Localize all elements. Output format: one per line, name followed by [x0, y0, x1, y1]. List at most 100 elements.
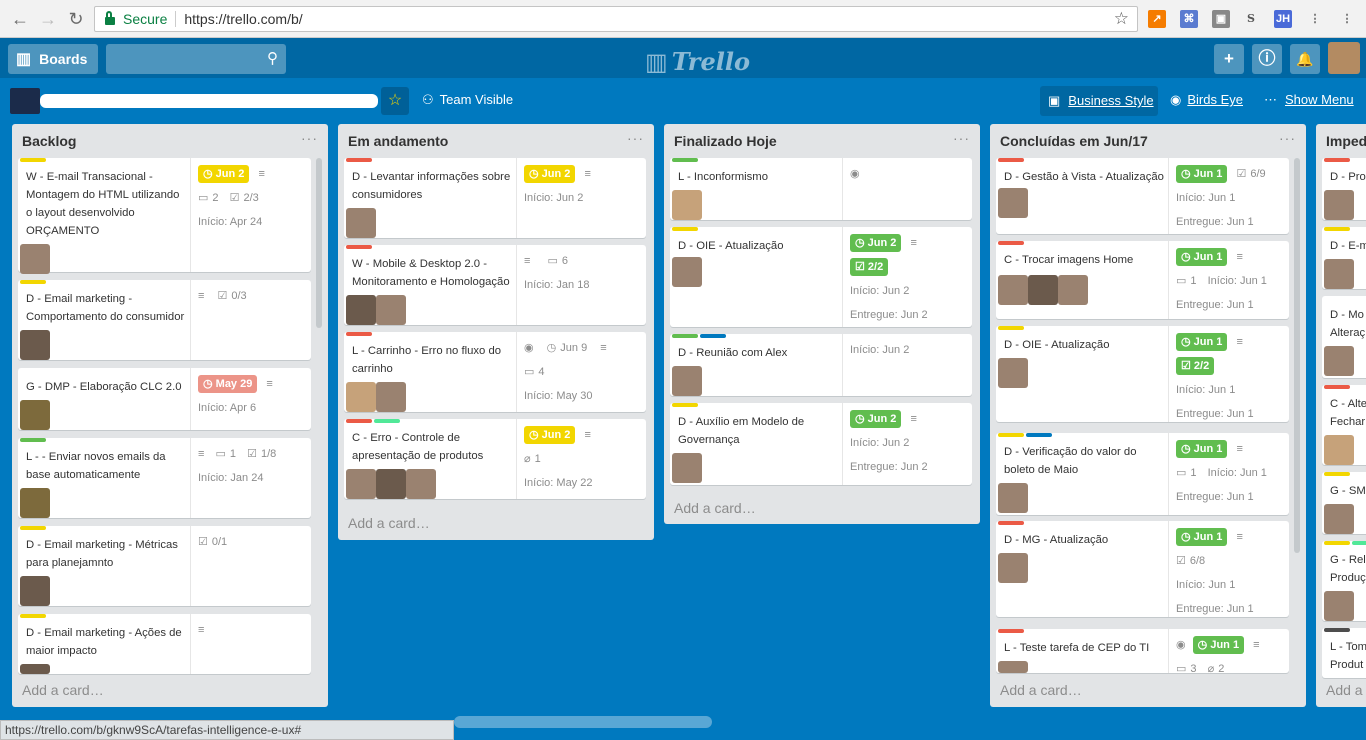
card[interactable]: L - Teste tarefa de CEP do TI ◉ ◷ Jun 1 … [996, 629, 1289, 675]
card[interactable]: D - Verificação do valor do boleto de Ma… [996, 433, 1289, 515]
card[interactable]: W - Mobile & Desktop 2.0 - Monitoramento… [344, 245, 646, 325]
list-title[interactable]: Finalizado Hoje [674, 133, 777, 149]
search-input[interactable]: ⚲ [106, 44, 286, 74]
card[interactable]: L - Inconformismo ◉ [670, 158, 972, 220]
card[interactable]: G - DMP - Elaboração CLC 2.0 ◷ May 29 ≡ … [18, 368, 311, 430]
card[interactable]: D - E-m [1322, 227, 1366, 289]
user-avatar[interactable] [1328, 42, 1360, 74]
back-icon[interactable]: ← [10, 9, 30, 29]
card[interactable]: D - Levantar informações sobre consumido… [344, 158, 646, 238]
card[interactable]: D - Email marketing - Comportamento do c… [18, 280, 311, 360]
extension-s-icon[interactable]: S [1242, 10, 1260, 28]
trello-logo[interactable]: ▥ Trello [645, 47, 750, 76]
member-avatar[interactable] [998, 661, 1028, 673]
member-avatar[interactable] [672, 190, 702, 220]
forward-icon[interactable]: → [38, 9, 58, 29]
card[interactable]: W - E-mail Transacional - Montagem do HT… [18, 158, 311, 274]
member-avatar[interactable] [1028, 275, 1058, 305]
list-title[interactable]: Em andamento [348, 133, 448, 149]
watch-eye-icon: ◉ [850, 168, 860, 180]
bookmark-star-icon[interactable]: ☆ [1114, 9, 1129, 29]
list-menu-icon[interactable]: ··· [953, 130, 970, 146]
member-avatar[interactable] [1324, 435, 1354, 465]
card[interactable]: D - Auxílio em Modelo de Governança ◷ Ju… [670, 403, 972, 485]
card[interactable]: D - OIE - Atualização ◷ Jun 2 ≡ ☑ 2/2 In… [670, 227, 972, 327]
member-avatar[interactable] [376, 469, 406, 499]
card[interactable]: D - Email marketing - Métricas para plan… [18, 526, 311, 606]
card[interactable]: L - Tom Produt [1322, 628, 1366, 678]
card[interactable]: D - Gestão à Vista - Atualização ◷ Jun 1… [996, 158, 1289, 234]
member-avatar[interactable] [672, 257, 702, 287]
board-horizontal-scrollbar[interactable] [454, 716, 712, 728]
member-avatar[interactable] [346, 469, 376, 499]
member-avatar[interactable] [998, 553, 1028, 583]
member-avatar[interactable] [20, 244, 50, 274]
add-icon[interactable]: + [1214, 44, 1244, 74]
list-title[interactable]: Concluídas em Jun/17 [1000, 133, 1148, 149]
add-card-button[interactable]: Add a card… [674, 500, 756, 516]
list-menu-icon[interactable]: ··· [1279, 130, 1296, 146]
member-avatar[interactable] [346, 295, 376, 325]
card[interactable]: D - OIE - Atualização ◷ Jun 1 ≡ ☑ 2/2 In… [996, 326, 1289, 422]
list-title[interactable]: Backlog [22, 133, 76, 149]
card[interactable]: L - Carrinho - Erro no fluxo do carrinho… [344, 332, 646, 412]
card[interactable]: D - Pro [1322, 158, 1366, 220]
extension-icon[interactable]: ⋮ [1306, 10, 1324, 28]
add-card-button[interactable]: Add a card… [1000, 682, 1082, 698]
board-title-redacted[interactable] [10, 88, 378, 114]
card[interactable]: G - Rel Produç [1322, 541, 1366, 621]
card[interactable]: L - - Enviar novos emails da base automa… [18, 438, 311, 518]
chrome-menu-icon[interactable]: ⋮ [1338, 10, 1356, 28]
member-avatar[interactable] [20, 400, 50, 430]
extension-icon[interactable]: ▣ [1212, 10, 1230, 28]
add-card-button[interactable]: Add a [1326, 682, 1363, 698]
member-avatar[interactable] [1058, 275, 1088, 305]
member-avatar[interactable] [376, 382, 406, 412]
member-avatar[interactable] [20, 330, 50, 360]
member-avatar[interactable] [20, 488, 50, 518]
card[interactable]: D - Reunião com Alex Início: Jun 2 [670, 334, 972, 396]
member-avatar[interactable] [1324, 190, 1354, 220]
member-avatar[interactable] [998, 358, 1028, 388]
boards-button[interactable]: ▥ Boards [8, 44, 98, 74]
info-icon[interactable]: ⓘ [1252, 44, 1282, 74]
extension-jh-icon[interactable]: JH [1274, 10, 1292, 28]
add-card-button[interactable]: Add a card… [348, 515, 430, 531]
notifications-bell-icon[interactable]: 🔔 [1290, 44, 1320, 74]
extension-icon[interactable]: ⌘ [1180, 10, 1198, 28]
star-board-icon[interactable]: ☆ [381, 87, 409, 115]
card[interactable]: G - SM [1322, 472, 1366, 534]
member-avatar[interactable] [1324, 591, 1354, 621]
member-avatar[interactable] [20, 664, 50, 674]
member-avatar[interactable] [1324, 504, 1354, 534]
member-avatar[interactable] [20, 576, 50, 606]
member-avatar[interactable] [346, 382, 376, 412]
add-card-button[interactable]: Add a card… [22, 682, 104, 698]
member-avatar[interactable] [672, 366, 702, 396]
member-avatar[interactable] [1324, 346, 1354, 376]
card[interactable]: D - Email marketing - Ações de maior imp… [18, 614, 311, 674]
list-title[interactable]: Imped [1326, 133, 1366, 149]
list-menu-icon[interactable]: ··· [301, 130, 318, 146]
business-style-button[interactable]: ▣ Business Style [1040, 86, 1158, 116]
analytics-extension-icon[interactable]: ↗ [1148, 10, 1166, 28]
member-avatar[interactable] [998, 483, 1028, 513]
card[interactable]: C - Alte Fechar [1322, 385, 1366, 465]
card[interactable]: D - Mo Alteraç [1322, 296, 1366, 378]
address-bar[interactable]: Secure https://trello.com/b/ ☆ [94, 6, 1138, 32]
show-menu-button[interactable]: ⋯ Show Menu [1264, 92, 1354, 108]
team-visible-button[interactable]: ⚇ Team Visible [422, 92, 513, 108]
member-avatar[interactable] [1324, 259, 1354, 289]
member-avatar[interactable] [998, 188, 1028, 218]
member-avatar[interactable] [672, 453, 702, 483]
card[interactable]: C - Trocar imagens Home ◷ Jun 1 ≡ ▭ 1 Iní… [996, 241, 1289, 319]
reload-icon[interactable]: ↻ [66, 9, 86, 29]
member-avatar[interactable] [998, 275, 1028, 305]
card[interactable]: D - MG - Atualização ◷ Jun 1 ≡ ☑ 6/8 Iníc… [996, 521, 1289, 617]
card[interactable]: C - Erro - Controle de apresentação de p… [344, 419, 646, 499]
list-menu-icon[interactable]: ··· [627, 130, 644, 146]
member-avatar[interactable] [346, 208, 376, 238]
member-avatar[interactable] [376, 295, 406, 325]
member-avatar[interactable] [406, 469, 436, 499]
birds-eye-button[interactable]: ◉ Birds Eye [1170, 92, 1243, 108]
